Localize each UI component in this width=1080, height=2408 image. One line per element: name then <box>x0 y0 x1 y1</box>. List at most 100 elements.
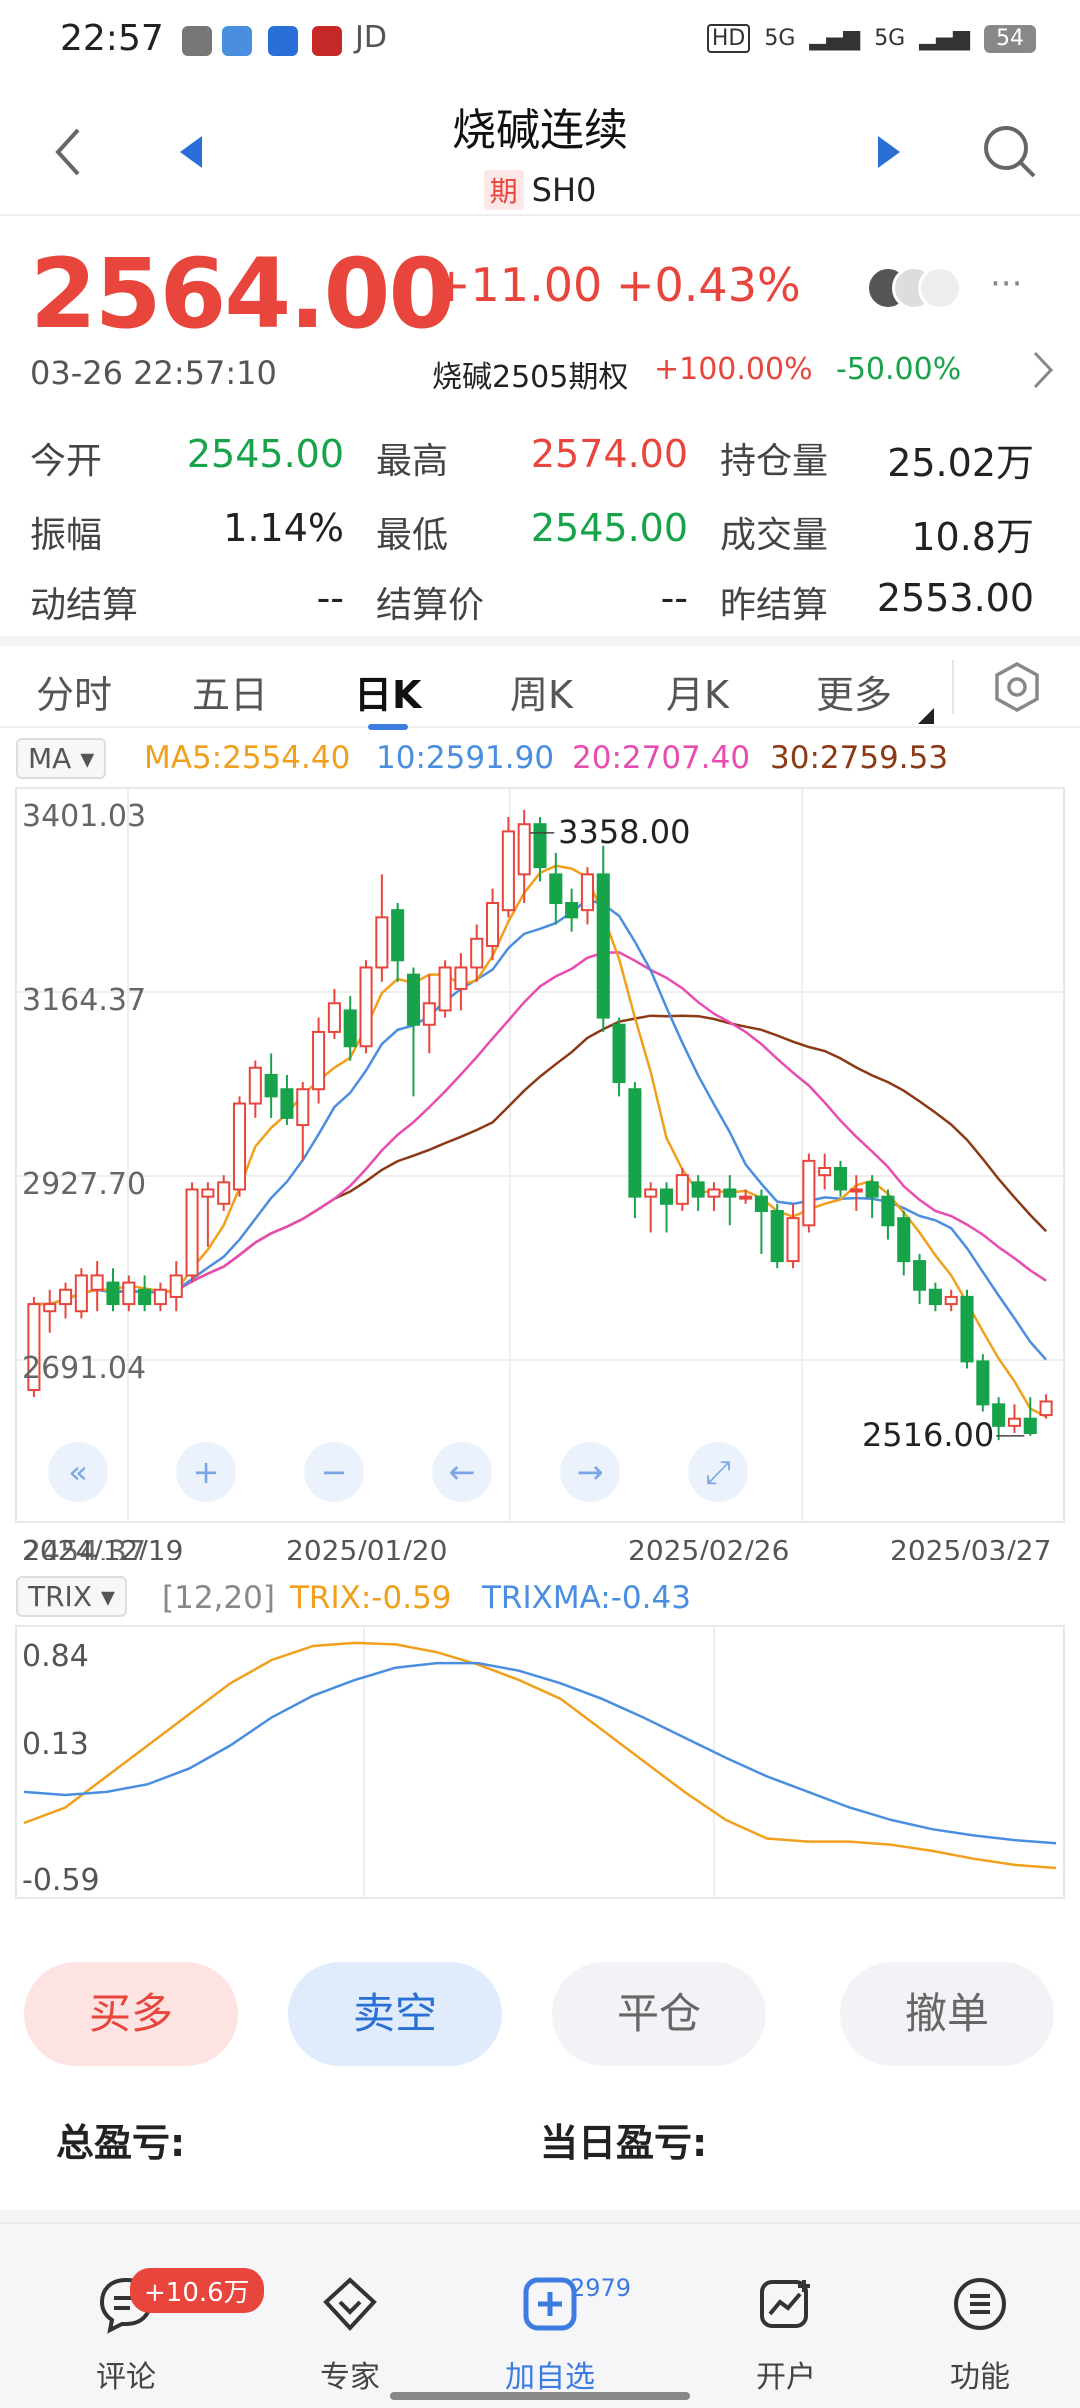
y-tick-label: 2691.04 <box>22 1351 146 1386</box>
tab-monthly-k[interactable]: 月K <box>666 664 729 719</box>
signal-bars-icon-2: ▂▄▆ <box>919 26 970 51</box>
nav-comment[interactable]: 评论 <box>26 2224 226 2408</box>
trix-params: [12,20] <box>162 1580 275 1616</box>
ma20-legend: 20:2707.40 <box>572 740 751 776</box>
section-divider <box>0 2210 1080 2222</box>
low-annotation: 2516.00 <box>862 1416 994 1454</box>
stat-label-low: 最低 <box>376 515 449 556</box>
close-position-button[interactable]: 平仓 <box>552 1962 766 2066</box>
candle-down <box>691 1181 705 1198</box>
candle-down <box>138 1288 152 1306</box>
ma5-legend: MA5:2554.40 <box>144 740 351 776</box>
chevron-right-icon[interactable] <box>1032 350 1054 390</box>
stat-label-settle-dyn: 动结算 <box>30 585 139 626</box>
candle-up <box>501 830 515 912</box>
high-annotation: 3358.00 <box>558 813 690 851</box>
tab-more[interactable]: 更多 <box>816 664 892 719</box>
candle-up <box>217 1181 231 1205</box>
option-up: +100.00% <box>654 352 813 387</box>
candle-down <box>659 1188 674 1205</box>
cancel-order-button[interactable]: 撤单 <box>840 1962 1054 2066</box>
trix-y-tick-label: -0.59 <box>22 1863 100 1898</box>
candle-up <box>818 1167 832 1177</box>
candle-down <box>976 1360 990 1406</box>
expand-left-icon-glyph: « <box>68 1453 88 1491</box>
nav-add-watchlist[interactable]: 加自选 2979 <box>450 2224 650 2408</box>
sell-short-button[interactable]: 卖空 <box>288 1962 502 2066</box>
signal-5g-icon-2: 5G <box>874 26 906 51</box>
stat-label-settle: 结算价 <box>376 585 485 626</box>
tab-five-day[interactable]: 五日 <box>192 664 268 719</box>
nav-functions-label: 功能 <box>950 2360 1010 2395</box>
page-title: 烧碱连续 <box>452 105 628 156</box>
trix-frame <box>15 1625 1065 1899</box>
candle-down <box>612 1023 626 1084</box>
nav-functions[interactable]: 功能 <box>880 2224 1080 2408</box>
active-tab-indicator <box>368 724 408 730</box>
stat-open: 2545.00 <box>186 432 344 476</box>
ma-indicator-selector[interactable]: MA ▾ <box>16 738 107 779</box>
candle-down <box>343 1009 357 1048</box>
nav-expert[interactable]: 专家 <box>250 2224 450 2408</box>
tab-daily-k[interactable]: 日K <box>354 664 421 719</box>
tab-intraday[interactable]: 分时 <box>36 664 112 719</box>
candle-up <box>169 1274 183 1298</box>
x-tick-label: 2025/01/20 <box>286 1534 447 1560</box>
nav-add-label: 加自选 <box>505 2360 595 2395</box>
scroll-left-icon-glyph: ← <box>449 1453 476 1491</box>
candle-up <box>580 873 594 912</box>
buy-long-button[interactable]: 买多 <box>24 1962 238 2066</box>
hd-icon: HD <box>706 24 751 53</box>
search-icon[interactable] <box>982 124 1038 180</box>
home-indicator <box>390 2392 690 2400</box>
more-icon[interactable]: ··· <box>990 264 1022 304</box>
candle-down <box>881 1195 895 1227</box>
stat-label-amp: 振幅 <box>30 515 103 556</box>
candle-down <box>533 823 547 869</box>
stat-amp: 1.14% <box>223 506 344 550</box>
battery-icon: 54 <box>984 24 1036 53</box>
last-price: 2564.00 <box>30 238 455 350</box>
stat-label-high: 最高 <box>376 441 449 482</box>
candle-down <box>992 1403 1006 1427</box>
candle-up <box>644 1188 658 1198</box>
candle-up <box>327 1002 341 1033</box>
price-change: +11.00 <box>432 258 603 312</box>
candle-down <box>723 1188 737 1198</box>
avatar <box>918 266 962 310</box>
candle-up <box>1007 1417 1021 1427</box>
chart-settings-icon[interactable] <box>990 660 1044 714</box>
trixma-legend: TRIXMA:-0.43 <box>482 1580 691 1616</box>
candle-up <box>201 1188 215 1198</box>
trix-legend: TRIX:-0.59 <box>290 1580 452 1616</box>
candle-down <box>1023 1417 1037 1434</box>
candle-down <box>897 1217 911 1263</box>
candle-down <box>106 1281 120 1306</box>
trix-chart[interactable]: 0.84 0.13 -0.59 <box>0 1620 1080 1906</box>
candle-down <box>264 1073 278 1098</box>
next-contract-icon[interactable] <box>876 134 902 170</box>
trix-indicator-selector[interactable]: TRIX ▾ <box>16 1576 127 1617</box>
nav-open-account[interactable]: 开户 <box>686 2224 886 2408</box>
candle-up <box>786 1217 800 1263</box>
nav-account-label: 开户 <box>756 2360 816 2395</box>
option-link[interactable]: 烧碱2505期权 <box>432 352 628 396</box>
kline-chart[interactable]: 3401.033164.372927.702691.042454.372024/… <box>0 780 1080 1560</box>
comment-count-badge: +10.6万 <box>130 2268 264 2313</box>
option-down: -50.00% <box>836 352 962 387</box>
x-tick-label: 2025/02/26 <box>628 1534 789 1560</box>
candle-down <box>549 873 563 905</box>
ma-selector-label: MA <box>28 742 72 775</box>
trix-y-tick-label: 0.84 <box>22 1639 89 1674</box>
candle-up <box>375 916 389 969</box>
stat-settle-dyn: -- <box>316 576 344 620</box>
tab-weekly-k[interactable]: 周K <box>510 664 573 719</box>
notification-icon-2 <box>222 26 252 56</box>
stat-high: 2574.00 <box>530 432 688 476</box>
watchlist-count: 2979 <box>570 2274 632 2302</box>
contract-code-text: SH0 <box>531 171 597 209</box>
stat-label-prev-settle: 昨结算 <box>720 585 829 626</box>
stat-label-oi: 持仓量 <box>720 441 829 482</box>
avatar-group[interactable] <box>866 266 976 312</box>
candle-up <box>849 1188 863 1193</box>
